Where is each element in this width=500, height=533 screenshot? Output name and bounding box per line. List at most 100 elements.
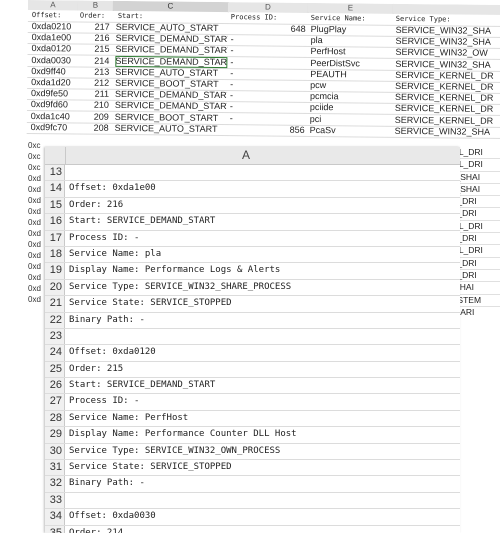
service-type-cell[interactable]: SERVICE_WIN32_SHA bbox=[396, 36, 500, 48]
offset-cell[interactable]: 0xda1c40 bbox=[31, 111, 77, 122]
row-number[interactable]: 25 bbox=[45, 361, 65, 378]
order-cell[interactable]: 216 bbox=[78, 33, 110, 44]
cell-text[interactable]: Display Name: Performance Logs & Alerts bbox=[69, 263, 280, 278]
order-cell[interactable]: 212 bbox=[77, 78, 109, 89]
start-cell[interactable]: SERVICE_DEMAND_START bbox=[115, 44, 227, 56]
order-cell[interactable]: 208 bbox=[77, 122, 109, 133]
process-id-cell[interactable]: - bbox=[230, 90, 305, 102]
cell-text[interactable]: Process ID: - bbox=[69, 231, 139, 246]
order-cell[interactable]: 213 bbox=[77, 66, 109, 77]
row-number[interactable]: 21 bbox=[45, 296, 65, 312]
service-type-cell[interactable]: SERVICE_KERNEL_DR bbox=[395, 81, 500, 93]
service-name-cell[interactable]: pciide bbox=[310, 102, 392, 114]
cell-text[interactable]: Display Name: Performance Counter DLL Ho… bbox=[69, 427, 297, 442]
offset-cell[interactable]: 0xd9fd60 bbox=[31, 99, 77, 110]
column-header-b[interactable]: B bbox=[77, 0, 114, 11]
start-cell[interactable]: SERVICE_BOOT_START bbox=[115, 112, 227, 124]
row-number[interactable]: 34 bbox=[45, 509, 65, 525]
service-name-cell[interactable]: PcaSv bbox=[310, 125, 392, 137]
cell-text[interactable]: Binary Path: - bbox=[69, 313, 145, 328]
cell-text[interactable]: Order: 214 bbox=[69, 526, 123, 533]
process-id-cell[interactable]: - bbox=[230, 113, 305, 125]
start-cell[interactable]: SERVICE_DEMAND_START bbox=[115, 55, 228, 68]
cell-text[interactable]: Start: SERVICE_DEMAND_START bbox=[69, 378, 215, 393]
header-offset[interactable]: Offset: bbox=[32, 10, 78, 21]
service-name-cell[interactable]: PlugPlay bbox=[311, 24, 393, 36]
service-type-cell[interactable]: SERVICE_KERNEL_DR bbox=[395, 103, 500, 115]
service-type-cell[interactable]: SERVICE_KERNEL_DR bbox=[395, 70, 500, 82]
header-process-id[interactable]: Process ID: bbox=[231, 12, 308, 24]
order-cell[interactable]: 214 bbox=[77, 55, 109, 66]
cell-text[interactable]: Service State: SERVICE_STOPPED bbox=[69, 296, 232, 311]
header-service-name[interactable]: Service Name: bbox=[311, 13, 393, 25]
offset-cell[interactable]: 0xd9fe50 bbox=[31, 88, 77, 99]
service-type-cell[interactable]: SERVICE_WIN32_SHA bbox=[395, 126, 500, 138]
header-order[interactable]: Order: bbox=[80, 11, 113, 22]
row-number[interactable]: 18 bbox=[45, 246, 65, 263]
service-name-cell[interactable]: pcmcia bbox=[310, 91, 392, 103]
cell-text[interactable]: Offset: 0xda1e00 bbox=[69, 181, 156, 196]
column-header-a[interactable]: A bbox=[66, 147, 426, 164]
cell-text[interactable]: Service Name: pla bbox=[69, 247, 161, 262]
select-all-corner[interactable] bbox=[45, 147, 66, 164]
offset-cell[interactable]: 0xd9ff40 bbox=[31, 66, 77, 77]
cell-text[interactable]: Binary Path: - bbox=[69, 476, 145, 491]
cell-text[interactable]: Order: 216 bbox=[69, 198, 123, 213]
start-cell[interactable]: SERVICE_DEMAND_START bbox=[116, 33, 228, 45]
row-number[interactable]: 17 bbox=[45, 230, 65, 246]
order-cell[interactable]: 210 bbox=[77, 100, 109, 111]
row-number[interactable]: 29 bbox=[45, 427, 65, 443]
service-name-cell[interactable]: pla bbox=[311, 35, 393, 47]
offset-cell[interactable]: 0xda0030 bbox=[31, 55, 77, 66]
row-number[interactable]: 30 bbox=[45, 443, 65, 460]
cell-text[interactable]: Service Type: SERVICE_WIN32_OWN_PROCESS bbox=[69, 444, 280, 459]
order-cell[interactable]: 215 bbox=[77, 44, 109, 55]
offset-cell[interactable]: 0xd9fc70 bbox=[31, 122, 77, 133]
row-number[interactable]: 13 bbox=[45, 165, 65, 181]
cell-text[interactable]: Offset: 0xda0120 bbox=[69, 345, 156, 360]
start-cell[interactable]: SERVICE_BOOT_START bbox=[115, 78, 227, 90]
start-cell[interactable]: SERVICE_AUTO_START bbox=[115, 67, 227, 79]
start-cell[interactable]: SERVICE_DEMAND_START bbox=[115, 100, 227, 112]
service-name-cell[interactable]: PEAUTH bbox=[310, 69, 392, 81]
cell-text[interactable]: Service State: SERVICE_STOPPED bbox=[69, 460, 232, 475]
start-cell[interactable]: SERVICE_AUTO_START bbox=[116, 22, 228, 34]
offset-cell[interactable]: 0xda1e00 bbox=[32, 32, 78, 43]
service-name-cell[interactable]: PeerDistSvc bbox=[310, 58, 392, 70]
offset-cell[interactable]: 0xda0120 bbox=[31, 43, 77, 54]
service-type-cell[interactable]: SERVICE_KERNEL_DR bbox=[395, 92, 500, 104]
order-cell[interactable]: 211 bbox=[77, 89, 109, 100]
service-type-cell[interactable]: SERVICE_WIN32_SHA bbox=[396, 25, 500, 37]
row-number[interactable]: 33 bbox=[45, 492, 65, 509]
row-number[interactable]: 15 bbox=[45, 197, 65, 214]
process-id-cell[interactable]: - bbox=[231, 34, 306, 46]
row-number[interactable]: 26 bbox=[45, 378, 65, 394]
process-id-cell[interactable]: - bbox=[230, 102, 305, 114]
row-number[interactable]: 27 bbox=[45, 394, 65, 410]
cell-text[interactable]: Order: 215 bbox=[69, 362, 123, 377]
order-cell[interactable]: 217 bbox=[78, 22, 110, 33]
service-name-cell[interactable]: PerfHost bbox=[310, 46, 392, 58]
row-number[interactable]: 24 bbox=[45, 345, 65, 361]
service-type-cell[interactable]: SERVICE_KERNEL_DR bbox=[395, 114, 500, 126]
row-number[interactable]: 32 bbox=[45, 476, 65, 492]
start-cell[interactable]: SERVICE_DEMAND_START bbox=[115, 89, 227, 101]
row-number[interactable]: 31 bbox=[45, 460, 65, 476]
cell-text[interactable]: Service Name: PerfHost bbox=[69, 411, 188, 426]
process-id-cell[interactable]: - bbox=[230, 79, 305, 91]
process-id-cell[interactable]: - bbox=[230, 46, 305, 58]
process-id-cell[interactable]: - bbox=[230, 57, 305, 69]
row-number[interactable]: 20 bbox=[45, 279, 65, 296]
cell-text[interactable]: Start: SERVICE_DEMAND_START bbox=[69, 214, 215, 229]
offset-cell[interactable]: 0xda1d20 bbox=[31, 77, 77, 88]
row-number[interactable]: 16 bbox=[45, 214, 65, 230]
process-id-cell[interactable]: 648 bbox=[231, 23, 306, 35]
offset-cell[interactable]: 0xda0210 bbox=[32, 21, 78, 32]
row-number[interactable]: 22 bbox=[45, 312, 65, 328]
service-type-cell[interactable]: SERVICE_WIN32_SHA bbox=[395, 58, 500, 70]
row-number[interactable]: 14 bbox=[45, 181, 65, 197]
row-number[interactable]: 19 bbox=[45, 263, 65, 279]
process-id-cell[interactable]: - bbox=[230, 68, 305, 80]
row-number[interactable]: 28 bbox=[45, 410, 65, 427]
cell-text[interactable]: Service Type: SERVICE_WIN32_SHARE_PROCES… bbox=[69, 280, 291, 295]
